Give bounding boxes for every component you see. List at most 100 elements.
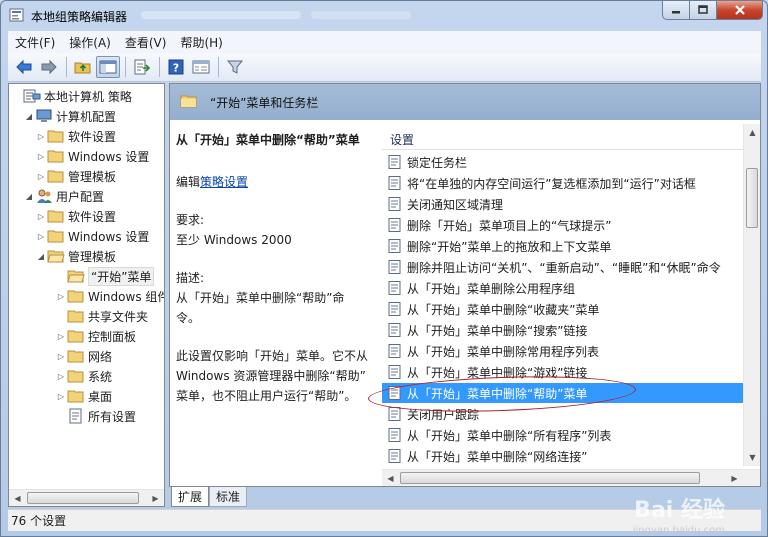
tree-item[interactable]: ◢ 计算机配置 (23, 106, 116, 126)
tree-item[interactable]: ▷ Windows 设置 (35, 226, 149, 246)
filter-icon (226, 60, 244, 74)
setting-row[interactable]: 从「开始」菜单中删除“帮助”菜单 (382, 383, 744, 403)
expand-arrow-icon[interactable]: ▷ (35, 132, 47, 141)
tree-item[interactable]: 所有设置 (55, 406, 136, 426)
tree-item[interactable]: ▷ 控制面板 (55, 326, 136, 346)
settings-list[interactable]: 设置 锁定任务栏将“在单独的内存空间运行”复选框添加到“运行”对话框 关闭通知区域… (382, 124, 760, 486)
tree-item[interactable]: ▷ 网络 (55, 346, 112, 366)
up-one-level-button[interactable] (71, 56, 95, 78)
folder-icon (67, 310, 84, 323)
policy-setting-icon (388, 428, 401, 442)
setting-row[interactable]: 从「开始」菜单中删除“搜索”链接 (382, 320, 744, 340)
setting-row[interactable]: 从「开始」菜单中删除“所有程序”列表 (382, 425, 744, 445)
setting-label: 锁定任务栏 (407, 155, 468, 170)
setting-row[interactable]: 关闭用户跟踪 (382, 404, 744, 424)
setting-row[interactable]: 将“在单独的内存空间运行”复选框添加到“运行”对话框 (382, 173, 744, 193)
setting-row[interactable]: 从「开始」菜单中删除“网络连接” (382, 446, 744, 466)
back-button[interactable] (12, 56, 36, 78)
menu-file[interactable]: 文件(F) (8, 34, 62, 51)
policy-setting-icon (388, 281, 401, 295)
scroll-left-arrow[interactable]: ◀ (9, 490, 26, 506)
tree-item[interactable]: ▷ 管理模板 (35, 166, 116, 186)
tree-item-label: Windows 组件 (88, 289, 165, 304)
expand-arrow-icon[interactable]: ▷ (35, 172, 47, 181)
setting-row[interactable]: 删除并阻止访问“关机”、“重新启动”、“睡眠”和“休眠”命令 (382, 257, 744, 277)
tree-horizontal-scrollbar[interactable]: ◀ ▶ (9, 489, 164, 506)
forward-button[interactable] (37, 56, 61, 78)
tree-item[interactable]: ▷ Windows 组件 (55, 286, 165, 306)
tab-standard[interactable]: 标准 (209, 487, 248, 507)
tree-item[interactable]: ◢ 管理模板 (35, 246, 116, 266)
toolbar-separator (66, 57, 67, 77)
tree-item[interactable]: 本地计算机 策略 (11, 86, 132, 106)
title-bar[interactable]: 本地组策略编辑器 (1, 1, 767, 31)
tree-item[interactable]: ▷ 系统 (55, 366, 112, 386)
scroll-up-arrow[interactable]: ▲ (744, 124, 760, 140)
setting-label: 从「开始」菜单中删除“帮助”菜单 (407, 386, 588, 401)
tree-item[interactable]: ▷ 软件设置 (35, 126, 116, 146)
minimize-button[interactable] (662, 1, 690, 20)
setting-row[interactable]: 删除“开始”菜单上的拖放和上下文菜单 (382, 236, 744, 256)
collapse-arrow-icon[interactable]: ◢ (23, 112, 35, 121)
close-button[interactable] (717, 1, 763, 20)
expand-arrow-icon[interactable]: ▷ (55, 392, 67, 401)
vertical-scrollbar[interactable]: ▲ ▼ (743, 124, 760, 466)
tree-item[interactable]: ▷ 软件设置 (35, 206, 116, 226)
setting-row[interactable]: 从「开始」菜单删除公用程序组 (382, 278, 744, 298)
maximize-button[interactable] (690, 1, 717, 20)
horizontal-scroll-thumb[interactable] (27, 492, 139, 504)
tree-item[interactable]: “开始”菜单 (55, 266, 155, 286)
edit-policy-setting-link[interactable]: 策略设置 (200, 175, 248, 189)
tree-item-label: 本地计算机 策略 (44, 89, 132, 104)
setting-label: 关闭通知区域清理 (407, 197, 504, 212)
filter-button[interactable] (223, 56, 247, 78)
expand-arrow-icon[interactable]: ▷ (55, 332, 67, 341)
scroll-right-arrow[interactable]: ▶ (147, 490, 164, 506)
menu-view[interactable]: 查看(V) (118, 34, 174, 51)
menu-help[interactable]: 帮助(H) (173, 34, 229, 51)
horizontal-scroll-thumb[interactable] (400, 472, 700, 484)
expand-arrow-icon[interactable]: ▷ (55, 372, 67, 381)
column-header-setting[interactable]: 设置 (382, 124, 744, 150)
expand-arrow-icon[interactable]: ▷ (35, 212, 47, 221)
tree-item[interactable]: ◢ 用户配置 (23, 186, 104, 206)
setting-label: 删除“开始”菜单上的拖放和上下文菜单 (407, 239, 612, 254)
setting-row[interactable]: 从「开始」菜单中删除“游戏”链接 (382, 362, 744, 382)
menu-action[interactable]: 操作(A) (62, 34, 118, 51)
policy-editor-icon (9, 8, 24, 22)
expand-arrow-icon[interactable]: ▷ (35, 152, 47, 161)
tree-item[interactable]: ▷ Windows 设置 (35, 146, 149, 166)
tree-item[interactable]: 共享文件夹 (55, 306, 148, 326)
setting-row[interactable]: 删除「开始」菜单项目上的“气球提示” (382, 215, 744, 235)
help-button[interactable]: ? (164, 56, 188, 78)
expand-arrow-icon[interactable]: ▷ (35, 232, 47, 241)
setting-label: 从「开始」菜单中删除“游戏”链接 (407, 365, 588, 380)
setting-row[interactable]: 从「开始」菜单中删除常用程序列表 (382, 341, 744, 361)
list-horizontal-scrollbar[interactable]: ◀ ▶ (382, 469, 760, 486)
console-tree[interactable]: 本地计算机 策略 ◢ 计算机配置 ▷ 软件设置 ▷ Windows 设置 ▷ 管理模板 ◢ 用户配置… (8, 83, 165, 507)
setting-row[interactable]: 从「开始」菜单中删除“收藏夹”菜单 (382, 299, 744, 319)
tree-item[interactable]: ▷ 桌面 (55, 386, 112, 406)
export-list-button[interactable] (130, 56, 154, 78)
properties-button[interactable] (189, 56, 213, 78)
scroll-left-arrow[interactable]: ◀ (382, 470, 399, 486)
expand-arrow-icon[interactable]: ▷ (55, 292, 67, 301)
toolbar-separator (125, 57, 126, 77)
scroll-right-arrow[interactable]: ▶ (726, 470, 743, 486)
category-title: “开始”菜单和任务栏 (210, 96, 319, 110)
setting-label: 从「开始」菜单删除公用程序组 (407, 281, 576, 296)
tree-item-label: 管理模板 (68, 249, 117, 264)
collapse-arrow-icon[interactable]: ◢ (35, 252, 47, 261)
collapse-arrow-icon[interactable]: ◢ (23, 192, 35, 201)
scroll-down-arrow[interactable]: ▼ (744, 449, 760, 465)
baidu-watermark: Bai 经验 (634, 498, 725, 523)
show-hide-console-tree-button[interactable] (96, 56, 120, 78)
vertical-scroll-thumb[interactable] (746, 168, 758, 228)
minimize-icon (672, 11, 680, 14)
setting-label: 将“在单独的内存空间运行”复选框添加到“运行”对话框 (407, 176, 696, 191)
setting-row[interactable]: 关闭通知区域清理 (382, 194, 744, 214)
setting-row[interactable]: 锁定任务栏 (382, 152, 744, 172)
tab-extended[interactable]: 扩展 (171, 487, 210, 507)
expand-arrow-icon[interactable]: ▷ (55, 352, 67, 361)
policy-setting-icon (388, 302, 401, 316)
